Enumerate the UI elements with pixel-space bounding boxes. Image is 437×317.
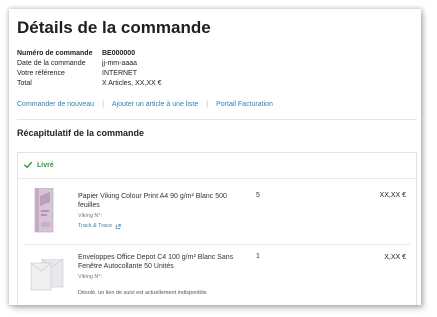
detail-value: jj-mm-aaaa xyxy=(102,60,138,67)
envelope-icon xyxy=(30,258,64,296)
add-to-list-link[interactable]: Ajouter un article à une liste xyxy=(112,101,198,108)
delivery-status: Livré xyxy=(24,161,54,169)
item-name-link[interactable]: Papier Viking Colour Print A4 90 g/m² Bl… xyxy=(78,192,238,210)
track-and-trace-label: Track & Trace xyxy=(78,223,113,229)
divider xyxy=(17,119,417,120)
divider xyxy=(24,244,410,245)
detail-label: Date de la commande xyxy=(17,60,86,67)
detail-value: X Articles, XX,XX € xyxy=(102,80,162,87)
order-details-card: Détails de la commande Numéro de command… xyxy=(9,9,421,305)
external-link-icon xyxy=(115,223,121,229)
order-summary-box: Livré Papier Viking Colour Print A4 90 g… xyxy=(17,152,417,305)
item-sku: Viking N°: xyxy=(78,274,103,280)
item-price: XX,XX € xyxy=(379,192,406,199)
item-quantity: 1 xyxy=(256,253,260,260)
order-details: Numéro de commande BE000000 Date de la c… xyxy=(17,49,162,89)
reorder-link[interactable]: Commander de nouveau xyxy=(17,101,94,108)
item-description: Enveloppes Office Depot C4 100 g/m² Blan… xyxy=(78,253,238,298)
detail-row-total: Total X Articles, XX,XX € xyxy=(17,79,162,89)
detail-value: INTERNET xyxy=(102,70,137,77)
separator: | xyxy=(206,101,209,108)
order-actions: Commander de nouveau | Ajouter un articl… xyxy=(17,101,273,108)
paper-ream-icon xyxy=(32,187,56,238)
item-description: Papier Viking Colour Print A4 90 g/m² Bl… xyxy=(78,192,238,231)
detail-row-reference: Votre référence INTERNET xyxy=(17,69,162,79)
check-icon xyxy=(24,161,32,169)
detail-row-order-number: Numéro de commande BE000000 xyxy=(17,49,162,59)
detail-row-order-date: Date de la commande jj-mm-aaaa xyxy=(17,59,162,69)
detail-value: BE000000 xyxy=(102,50,136,57)
track-and-trace-link[interactable]: Track & Trace xyxy=(78,222,238,231)
item-sku: Viking N°: xyxy=(78,213,103,219)
detail-label: Votre référence xyxy=(17,70,65,77)
summary-title: Récapitulatif de la commande xyxy=(17,128,145,138)
detail-label: Total xyxy=(17,80,32,87)
detail-label: Numéro de commande xyxy=(17,50,93,57)
billing-portal-link[interactable]: Portail Facturation xyxy=(216,101,273,108)
page-title: Détails de la commande xyxy=(17,18,211,37)
status-label: Livré xyxy=(37,161,54,169)
item-price: X,XX € xyxy=(384,254,406,261)
tracking-unavailable-note: Désolé, un lien de suivi est actuellemen… xyxy=(78,290,207,296)
item-name-link[interactable]: Enveloppes Office Depot C4 100 g/m² Blan… xyxy=(78,253,238,271)
item-quantity: 5 xyxy=(256,192,260,199)
divider xyxy=(18,178,416,179)
separator: | xyxy=(102,101,104,108)
